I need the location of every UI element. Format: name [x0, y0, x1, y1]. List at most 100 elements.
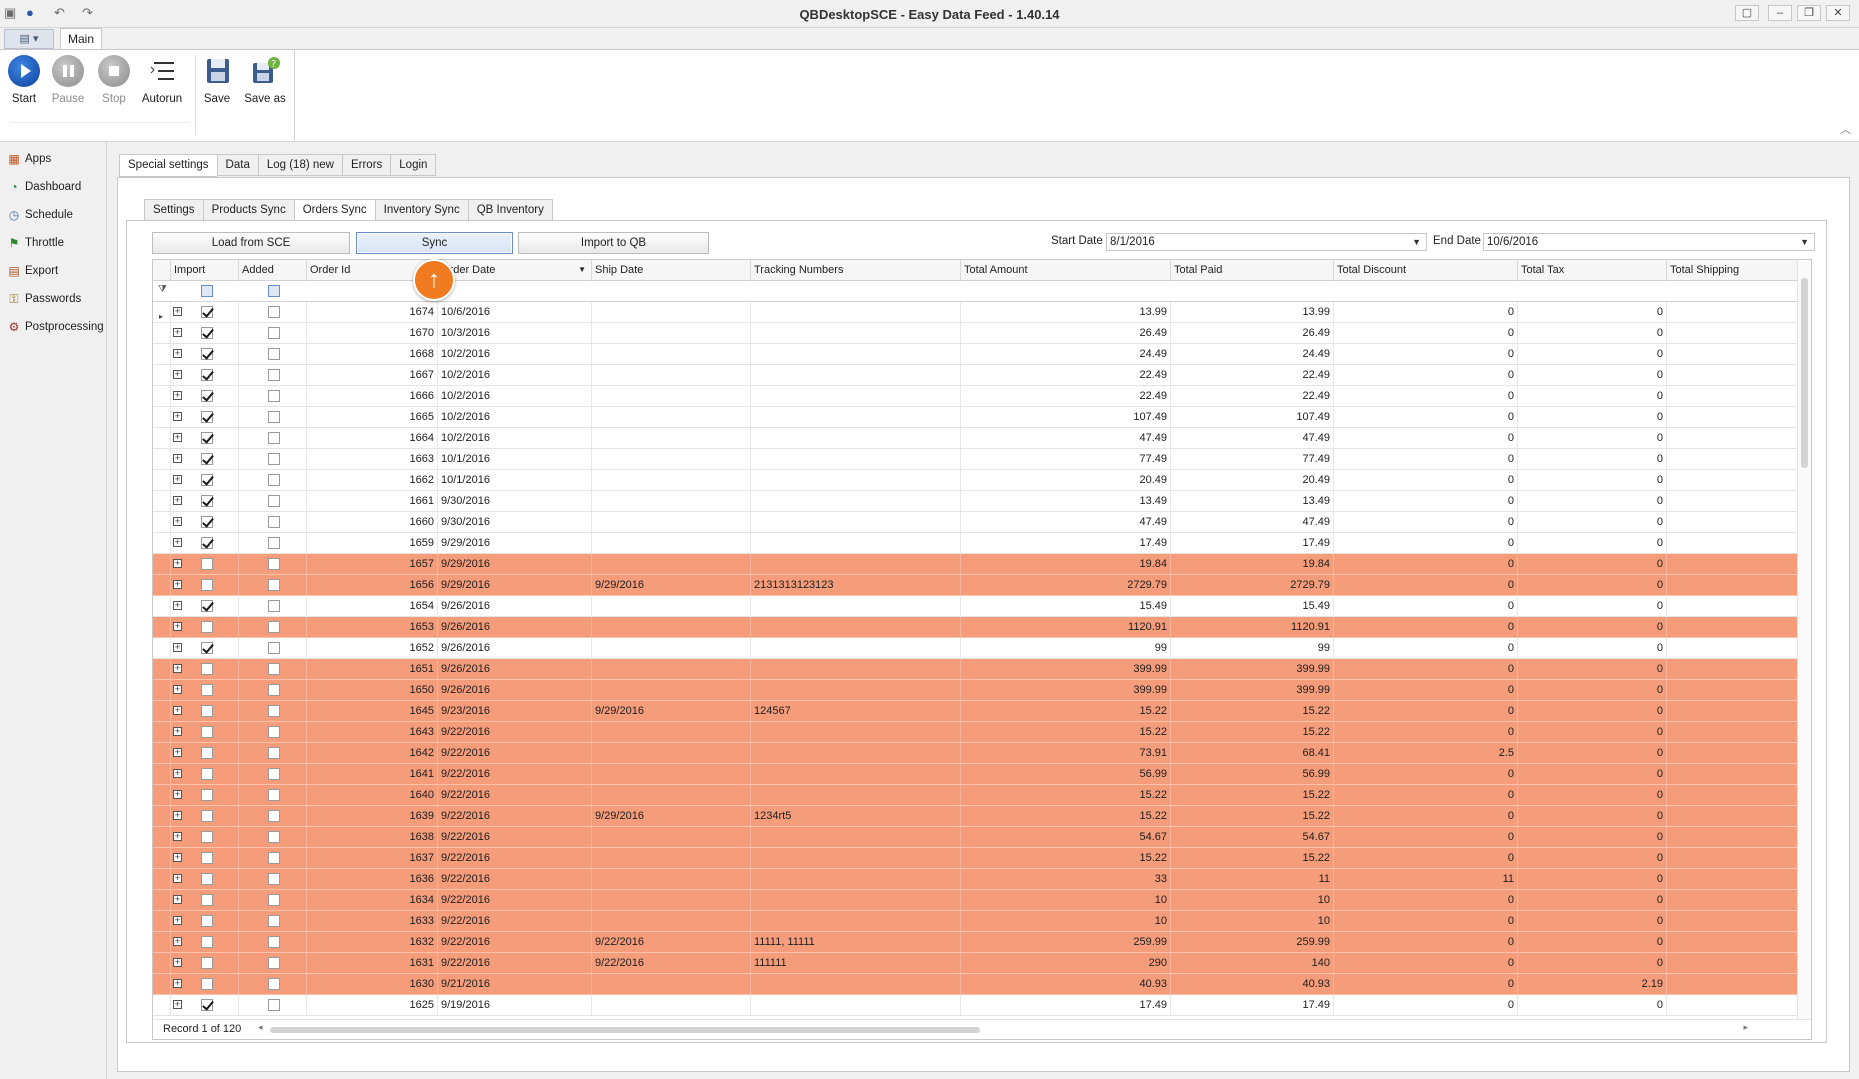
vertical-scroll-thumb[interactable] [1801, 278, 1808, 468]
total-discount-cell[interactable]: 0 [1334, 344, 1518, 364]
tab-settings[interactable]: Settings [144, 199, 203, 221]
total-amount-cell[interactable]: 40.93 [961, 974, 1171, 994]
added-checkbox[interactable] [268, 369, 280, 381]
order-date-cell[interactable]: 10/1/2016 [438, 470, 592, 490]
total-paid-cell[interactable]: 15.49 [1171, 596, 1334, 616]
total-discount-cell[interactable]: 0 [1334, 827, 1518, 847]
table-row[interactable]: +1631 9/22/2016 9/22/2016 111111 290 140 0 0 [153, 953, 1798, 974]
added-checkbox[interactable] [268, 390, 280, 402]
total-discount-cell[interactable]: 0 [1334, 470, 1518, 490]
tracking-numbers-cell[interactable] [751, 638, 961, 658]
autorun-button[interactable]: Autorun [139, 55, 185, 105]
total-shipping-cell[interactable] [1667, 302, 1798, 322]
order-id-cell[interactable]: 1631 [307, 953, 438, 973]
ship-date-cell[interactable] [592, 344, 751, 364]
total-amount-cell[interactable]: 24.49 [961, 344, 1171, 364]
sidebar-item-dashboard[interactable]: ◔ Dashboard [6, 177, 81, 197]
total-shipping-cell[interactable] [1667, 932, 1798, 952]
total-tax-cell[interactable]: 0 [1518, 533, 1667, 553]
minimize-button[interactable]: – [1768, 5, 1792, 21]
total-shipping-cell[interactable] [1667, 974, 1798, 994]
start-date-field[interactable]: 8/1/2016 ▼ [1106, 233, 1427, 251]
column-header-order-id[interactable]: Order Id [307, 260, 426, 281]
total-shipping-cell[interactable] [1667, 848, 1798, 868]
column-header-tracking-numbers[interactable]: Tracking Numbers [751, 260, 961, 281]
total-discount-cell[interactable]: 0 [1334, 974, 1518, 994]
total-shipping-cell[interactable] [1667, 659, 1798, 679]
expand-row-icon[interactable]: + [173, 454, 182, 463]
table-row[interactable]: +1640 9/22/2016 15.22 15.22 0 0 [153, 785, 1798, 806]
ship-date-cell[interactable]: 9/29/2016 [592, 806, 751, 826]
table-row[interactable]: +1645 9/23/2016 9/29/2016 124567 15.22 15.22 0… [153, 701, 1798, 722]
order-date-cell[interactable]: 9/30/2016 [438, 491, 592, 511]
expand-row-icon[interactable]: + [173, 874, 182, 883]
expand-row-icon[interactable]: + [173, 643, 182, 652]
vertical-scrollbar[interactable] [1797, 260, 1811, 1020]
tab-login[interactable]: Login [390, 154, 437, 176]
tab-main[interactable]: Main [60, 28, 102, 50]
table-row[interactable]: +1636 9/22/2016 33 11 11 0 [153, 869, 1798, 890]
sync-button[interactable]: Sync [356, 232, 513, 254]
added-checkbox[interactable] [268, 642, 280, 654]
ship-date-cell[interactable] [592, 407, 751, 427]
tab-orders-sync[interactable]: Orders Sync [293, 199, 375, 222]
total-tax-cell[interactable]: 0 [1518, 512, 1667, 532]
order-date-cell[interactable]: 9/29/2016 [438, 575, 592, 595]
order-date-cell[interactable]: 9/29/2016 [438, 533, 592, 553]
order-date-cell[interactable]: 9/22/2016 [438, 890, 592, 910]
added-checkbox[interactable] [268, 978, 280, 990]
table-row[interactable]: +1650 9/26/2016 399.99 399.99 0 0 [153, 680, 1798, 701]
total-shipping-cell[interactable] [1667, 512, 1798, 532]
ship-date-cell[interactable] [592, 323, 751, 343]
import-checkbox[interactable] [201, 957, 213, 969]
ship-date-cell[interactable]: 9/29/2016 [592, 701, 751, 721]
import-checkbox[interactable] [201, 495, 213, 507]
total-amount-cell[interactable]: 26.49 [961, 323, 1171, 343]
total-paid-cell[interactable]: 2729.79 [1171, 575, 1334, 595]
total-amount-cell[interactable]: 17.49 [961, 995, 1171, 1015]
total-amount-cell[interactable]: 19.84 [961, 554, 1171, 574]
table-row[interactable]: +1641 9/22/2016 56.99 56.99 0 0 [153, 764, 1798, 785]
app-menu-button[interactable]: ▤ ▾ [4, 29, 54, 49]
added-checkbox[interactable] [268, 831, 280, 843]
order-id-cell[interactable]: 1636 [307, 869, 438, 889]
total-discount-cell[interactable]: 0 [1334, 491, 1518, 511]
ship-date-cell[interactable] [592, 764, 751, 784]
horizontal-scroll-thumb[interactable] [270, 1027, 980, 1033]
close-button[interactable]: ✕ [1826, 5, 1850, 21]
ship-date-cell[interactable] [592, 869, 751, 889]
table-row[interactable]: +1660 9/30/2016 47.49 47.49 0 0 [153, 512, 1798, 533]
table-row[interactable]: +1653 9/26/2016 1120.91 1120.91 0 0 [153, 617, 1798, 638]
order-date-cell[interactable]: 10/1/2016 [438, 449, 592, 469]
expand-row-icon[interactable]: + [173, 832, 182, 841]
column-header-order-date[interactable]: Order Date ▼ [438, 260, 592, 281]
total-paid-cell[interactable]: 15.22 [1171, 848, 1334, 868]
ship-date-cell[interactable] [592, 848, 751, 868]
total-paid-cell[interactable]: 1120.91 [1171, 617, 1334, 637]
total-paid-cell[interactable]: 26.49 [1171, 323, 1334, 343]
order-id-cell[interactable]: 1668 [307, 344, 438, 364]
order-date-cell[interactable]: 10/3/2016 [438, 323, 592, 343]
scroll-left-icon[interactable]: ◂ [258, 1022, 263, 1033]
restore-button[interactable]: ❐ [1797, 5, 1821, 21]
import-checkbox[interactable] [201, 915, 213, 927]
order-date-cell[interactable]: 10/2/2016 [438, 386, 592, 406]
import-checkbox[interactable] [201, 348, 213, 360]
expand-row-icon[interactable]: + [173, 391, 182, 400]
order-id-cell[interactable]: 1652 [307, 638, 438, 658]
total-amount-cell[interactable]: 73.91 [961, 743, 1171, 763]
total-shipping-cell[interactable] [1667, 995, 1798, 1015]
ship-date-cell[interactable] [592, 995, 751, 1015]
column-header-ship-date[interactable]: Ship Date [592, 260, 751, 281]
tab-products-sync[interactable]: Products Sync [202, 199, 294, 221]
order-date-cell[interactable]: 9/22/2016 [438, 827, 592, 847]
total-discount-cell[interactable]: 0 [1334, 386, 1518, 406]
total-discount-cell[interactable]: 0 [1334, 365, 1518, 385]
tracking-numbers-cell[interactable] [751, 659, 961, 679]
total-paid-cell[interactable]: 399.99 [1171, 680, 1334, 700]
total-tax-cell[interactable]: 0 [1518, 827, 1667, 847]
total-paid-cell[interactable]: 17.49 [1171, 533, 1334, 553]
total-amount-cell[interactable]: 20.49 [961, 470, 1171, 490]
added-checkbox[interactable] [268, 894, 280, 906]
added-checkbox[interactable] [268, 999, 280, 1011]
